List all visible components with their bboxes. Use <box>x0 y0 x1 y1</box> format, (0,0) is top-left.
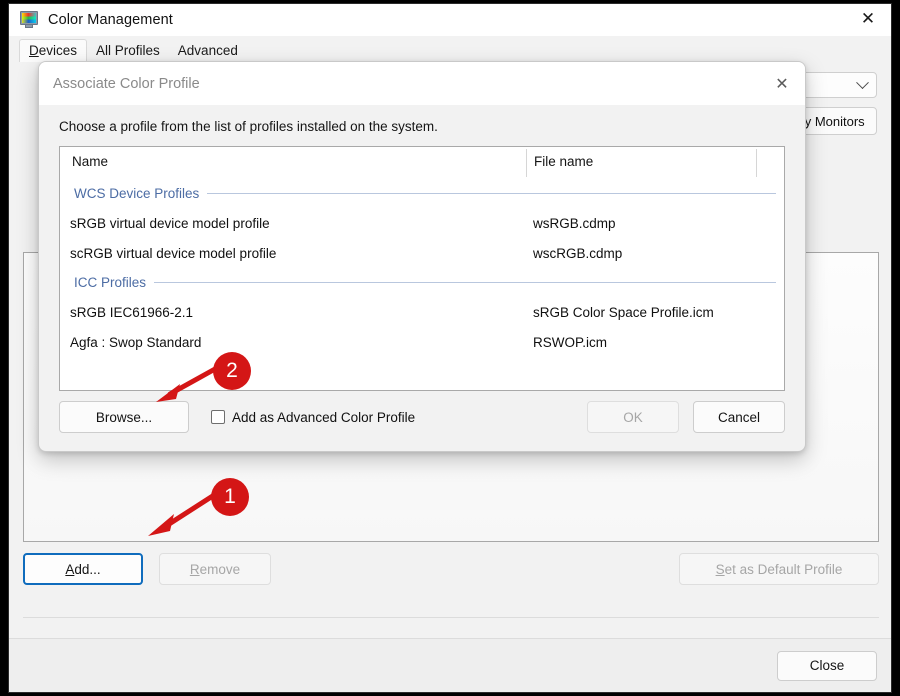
annotation-badge-2: 2 <box>213 352 251 390</box>
profile-file: wsRGB.cdmp <box>533 216 616 231</box>
tab-devices[interactable]: Devices <box>19 39 87 62</box>
profile-listview[interactable]: Name File name WCS Device Profiles sRGB … <box>59 146 785 391</box>
annotation-badge-1: 1 <box>211 478 249 516</box>
profile-file: RSWOP.icm <box>533 335 607 350</box>
dialog-title: Associate Color Profile <box>53 76 200 92</box>
column-header-filename[interactable]: File name <box>534 154 593 169</box>
checkbox-label: Add as Advanced Color Profile <box>232 410 415 425</box>
window-bottom-bar: Close <box>9 638 891 692</box>
group-rule <box>207 193 776 194</box>
cancel-button[interactable]: Cancel <box>693 401 785 433</box>
profile-name: Agfa : Swop Standard <box>70 335 201 350</box>
dialog-body: Choose a profile from the list of profil… <box>39 119 805 391</box>
profile-file: wscRGB.cdmp <box>533 246 622 261</box>
profile-name: sRGB virtual device model profile <box>70 216 270 231</box>
column-header-name[interactable]: Name <box>72 154 108 169</box>
column-divider-2 <box>756 149 757 177</box>
profile-action-buttons: Add... Remove Set as Default Profile <box>23 552 879 586</box>
group-label: WCS Device Profiles <box>74 186 199 201</box>
checkbox-box[interactable] <box>211 410 225 424</box>
profile-name: sRGB IEC61966-2.1 <box>70 305 193 320</box>
list-item[interactable]: sRGB virtual device model profile wsRGB.… <box>60 208 784 238</box>
window-title: Color Management <box>48 12 173 28</box>
close-button[interactable]: Close <box>777 651 877 681</box>
window-titlebar: Color Management ✕ <box>9 4 891 36</box>
close-icon[interactable]: ✕ <box>845 4 891 35</box>
tab-advanced[interactable]: Advanced <box>169 40 247 62</box>
remove-button[interactable]: Remove <box>159 553 271 585</box>
set-as-default-profile-button[interactable]: Set as Default Profile <box>679 553 879 585</box>
profile-file: sRGB Color Space Profile.icm <box>533 305 714 320</box>
list-item[interactable]: sRGB IEC61966-2.1 sRGB Color Space Profi… <box>60 297 784 327</box>
chevron-down-icon <box>856 76 869 89</box>
browse-button[interactable]: Browse... <box>59 401 189 433</box>
color-monitor-icon <box>19 11 39 29</box>
group-header-wcs[interactable]: WCS Device Profiles <box>60 179 784 208</box>
group-header-icc[interactable]: ICC Profiles <box>60 268 784 297</box>
ok-button[interactable]: OK <box>587 401 679 433</box>
list-item[interactable]: scRGB virtual device model profile wscRG… <box>60 238 784 268</box>
add-as-advanced-color-profile-checkbox[interactable]: Add as Advanced Color Profile <box>211 410 415 425</box>
group-label: ICC Profiles <box>74 275 146 290</box>
tab-all-profiles[interactable]: All Profiles <box>87 40 169 62</box>
listview-header: Name File name <box>60 147 784 179</box>
add-button[interactable]: Add... <box>23 553 143 585</box>
profile-name: scRGB virtual device model profile <box>70 246 276 261</box>
group-rule <box>154 282 776 283</box>
screenshot-root: Color Management ✕ Devices All Profiles … <box>0 0 900 696</box>
tab-bar: Devices All Profiles Advanced <box>9 36 891 62</box>
color-management-window: Color Management ✕ Devices All Profiles … <box>8 3 892 693</box>
list-item[interactable]: Agfa : Swop Standard RSWOP.icm <box>60 327 784 357</box>
associate-color-profile-dialog: Associate Color Profile ✕ Choose a profi… <box>38 61 806 452</box>
dialog-instruction: Choose a profile from the list of profil… <box>59 119 785 134</box>
dialog-button-row: Browse... Add as Advanced Color Profile … <box>59 400 785 434</box>
dialog-titlebar: Associate Color Profile ✕ <box>39 62 805 105</box>
divider <box>23 617 879 618</box>
dialog-close-icon[interactable]: ✕ <box>765 67 799 99</box>
column-divider-1 <box>526 149 527 177</box>
